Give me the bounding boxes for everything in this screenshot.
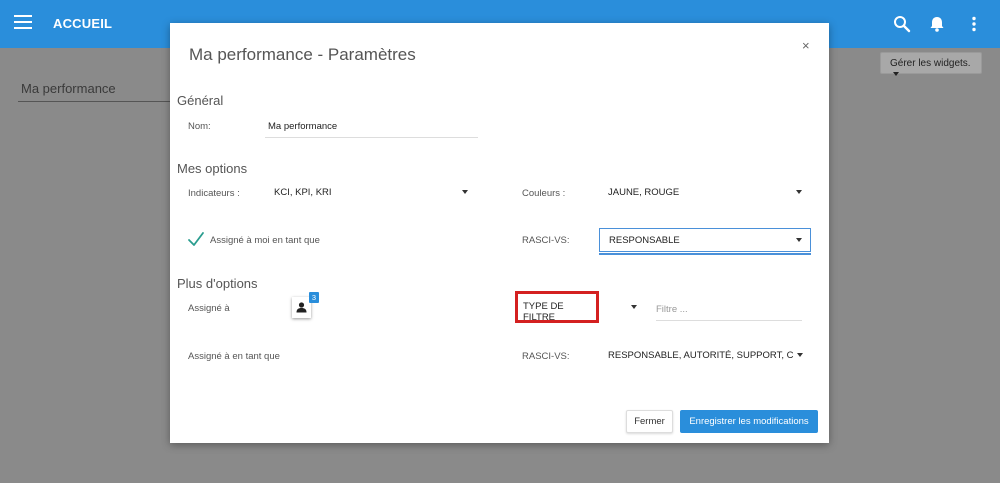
rasci-focus-underline bbox=[599, 253, 811, 255]
dialog-title: Ma performance - Paramètres bbox=[189, 45, 416, 64]
indicators-select[interactable]: KCI, KPI, KRI bbox=[274, 187, 332, 198]
assigned-as-label: Assigné à en tant que bbox=[188, 351, 280, 362]
app-title: ACCUEIL bbox=[53, 16, 113, 31]
manage-widgets-button[interactable]: Gérer les widgets. bbox=[880, 52, 982, 77]
section-general-heading: Général bbox=[177, 93, 224, 108]
section-my-options-heading: Mes options bbox=[177, 161, 248, 176]
bell-icon[interactable] bbox=[927, 14, 947, 34]
menu-icon[interactable] bbox=[14, 15, 32, 29]
manage-widgets-label: Gérer les widgets. bbox=[890, 58, 971, 69]
rasci-label-2: RASCI-VS: bbox=[522, 351, 570, 362]
name-field-underline bbox=[265, 137, 478, 138]
rasci-multi-chevron-down-icon[interactable] bbox=[797, 353, 803, 357]
colors-label: Couleurs : bbox=[522, 188, 566, 199]
close-icon[interactable]: × bbox=[802, 38, 810, 53]
chevron-down-icon bbox=[893, 72, 899, 77]
rasci-multi-select[interactable]: RESPONSABLE, AUTORITÉ, SUPPORT, CONS bbox=[608, 350, 794, 361]
search-icon[interactable] bbox=[892, 14, 912, 34]
assigned-me-label: Assigné à moi en tant que bbox=[210, 235, 320, 246]
save-changes-button[interactable]: Enregistrer les modifications bbox=[680, 410, 818, 433]
page-title: Ma performance bbox=[21, 81, 116, 96]
indicators-label: Indicateurs : bbox=[188, 188, 240, 199]
colors-select[interactable]: JAUNE, ROUGE bbox=[608, 187, 679, 198]
assignee-count-badge: 3 bbox=[309, 292, 319, 303]
checkmark-icon[interactable] bbox=[187, 230, 205, 248]
close-button[interactable]: Fermer bbox=[626, 410, 673, 433]
settings-dialog: Ma performance - Paramètres × Général No… bbox=[170, 23, 829, 443]
more-vertical-icon[interactable] bbox=[964, 14, 984, 34]
page-title-divider bbox=[18, 101, 178, 102]
name-field[interactable]: Ma performance bbox=[268, 121, 337, 132]
colors-chevron-down-icon[interactable] bbox=[796, 190, 802, 194]
filter-type-chevron-down-icon[interactable] bbox=[631, 305, 637, 309]
assigned-to-label: Assigné à bbox=[188, 303, 230, 314]
rasci-chevron-down-icon[interactable] bbox=[796, 238, 802, 242]
indicators-chevron-down-icon[interactable] bbox=[462, 190, 468, 194]
name-label: Nom: bbox=[188, 121, 211, 132]
filter-type-label: TYPE DE FILTRE bbox=[523, 301, 564, 323]
rasci-select[interactable]: RESPONSABLE bbox=[599, 228, 811, 252]
filter-type-select[interactable]: TYPE DE FILTRE bbox=[515, 291, 599, 323]
section-more-options-heading: Plus d'options bbox=[177, 276, 258, 291]
filter-input[interactable] bbox=[656, 299, 802, 321]
rasci-label: RASCI-VS: bbox=[522, 235, 570, 246]
rasci-select-value: RESPONSABLE bbox=[609, 235, 680, 246]
